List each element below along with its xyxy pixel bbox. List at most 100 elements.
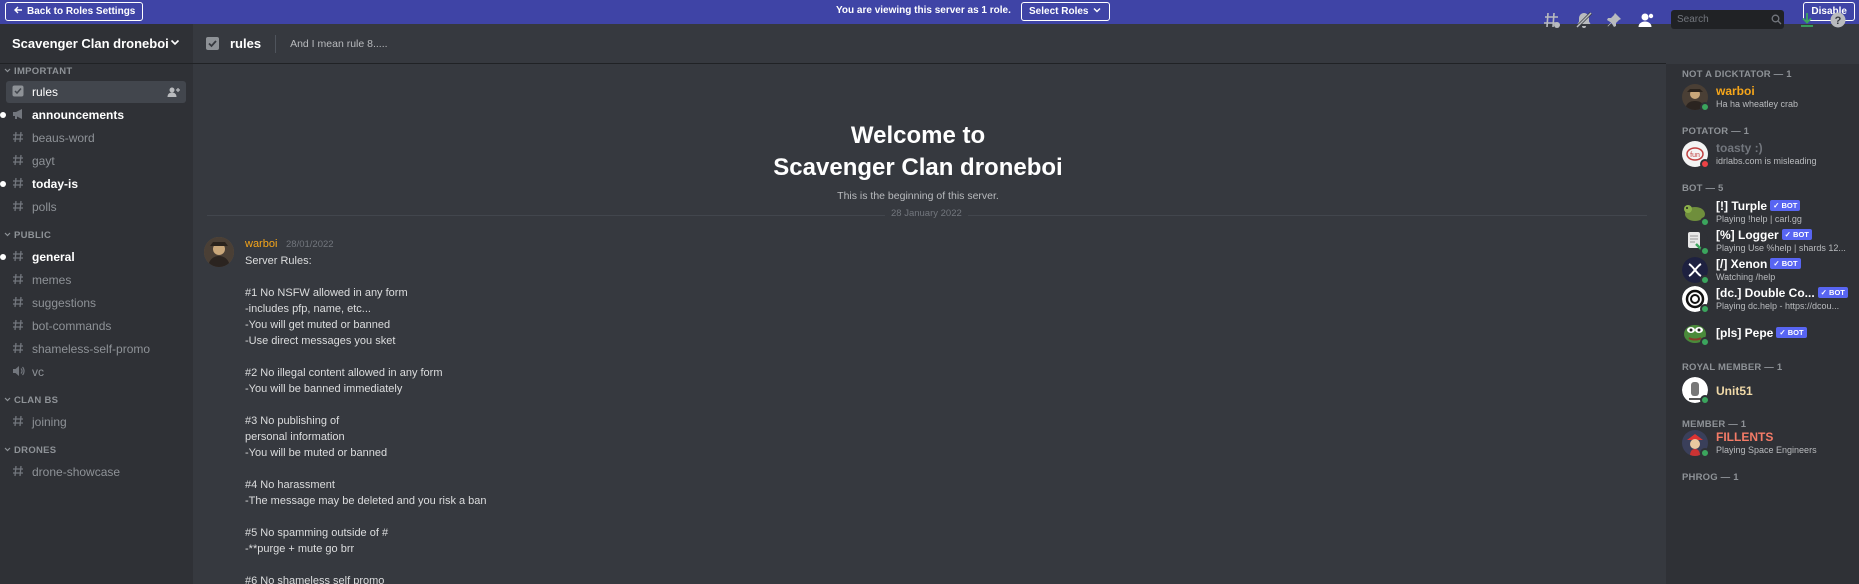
member-group-label: PHROG — 1 xyxy=(1682,472,1739,483)
message-line: #3 No publishing of xyxy=(245,415,340,427)
status-indicator xyxy=(1700,159,1710,169)
category-public[interactable]: PUBLIC xyxy=(4,230,51,241)
member-name: [!] Turple ✓ BOT xyxy=(1716,199,1801,213)
member-item[interactable]: [/] Xenon ✓ BOT Watching /help xyxy=(1682,257,1852,287)
member-activity: Playing dc.help - https://dcou... xyxy=(1716,301,1840,311)
chevron-down-icon xyxy=(169,35,181,53)
server-header[interactable]: Scavenger Clan droneboi xyxy=(0,24,193,64)
hash-icon xyxy=(12,464,24,481)
bot-badge: ✓ BOT xyxy=(1770,258,1801,269)
category-drones[interactable]: DRONES xyxy=(4,445,56,456)
message-area: Welcome to Scavenger Clan droneboi This … xyxy=(193,64,1666,584)
sidebar-item-memes[interactable]: memes xyxy=(6,269,186,291)
sidebar-item-suggestions[interactable]: suggestions xyxy=(6,292,186,314)
sidebar-item-label: beaus-word xyxy=(32,131,95,145)
category-important[interactable]: IMPORTANT xyxy=(4,66,72,77)
sidebar-item-today-is[interactable]: today-is xyxy=(0,173,186,195)
unread-indicator xyxy=(0,181,6,187)
invite-icon[interactable] xyxy=(167,86,180,98)
member-name: Unit51 xyxy=(1716,384,1753,398)
download-icon[interactable] xyxy=(1797,10,1817,30)
channel-topic[interactable]: And I mean rule 8..... xyxy=(275,34,388,53)
message-line: -You will get muted or banned xyxy=(245,319,391,331)
message-line: personal information xyxy=(245,431,345,443)
svg-text:fun: fun xyxy=(1690,152,1700,159)
member-item[interactable]: Unit51 xyxy=(1682,377,1852,407)
member-activity: idrlabs.com is misleading xyxy=(1716,156,1817,166)
member-name: [dc.] Double Co... ✓ BOT xyxy=(1716,286,1848,300)
member-activity: Playing Space Engineers xyxy=(1716,445,1817,455)
category-label: IMPORTANT xyxy=(14,66,73,77)
message-line: -**purge + mute go brr xyxy=(245,543,355,555)
chevron-down-icon xyxy=(4,445,11,456)
message-line xyxy=(245,509,487,525)
message-author[interactable]: warboi xyxy=(245,238,277,250)
member-item[interactable]: FILLENTS Playing Space Engineers xyxy=(1682,430,1852,460)
sidebar-item-gayt[interactable]: gayt xyxy=(6,150,186,172)
hash-icon xyxy=(12,153,24,170)
sidebar-item-label: vc xyxy=(32,365,44,379)
sidebar-item-beaus-word[interactable]: beaus-word xyxy=(6,127,186,149)
hash-icon xyxy=(12,295,24,312)
member-item[interactable]: [!] Turple ✓ BOT Playing !help | carl.gg xyxy=(1682,199,1852,229)
member-name: warboi xyxy=(1716,84,1755,98)
member-group-label: ROYAL MEMBER — 1 xyxy=(1682,362,1783,373)
member-name-text: [%] Logger xyxy=(1716,228,1779,242)
member-group-label: BOT — 5 xyxy=(1682,183,1724,194)
help-icon[interactable]: ? xyxy=(1828,10,1848,30)
message-line: -includes pfp, name, etc... xyxy=(245,303,371,315)
category-label: CLAN BS xyxy=(14,395,59,406)
sidebar-item-drone-showcase[interactable]: drone-showcase xyxy=(6,461,186,483)
member-item[interactable]: [%] Logger ✓ BOT Playing Use %help | shard… xyxy=(1682,228,1852,258)
status-indicator xyxy=(1700,246,1710,256)
date-divider-label: 28 January 2022 xyxy=(885,208,968,219)
bot-badge: ✓ BOT xyxy=(1781,229,1812,240)
sidebar-item-label: today-is xyxy=(32,177,79,191)
sidebar-item-vc[interactable]: vc xyxy=(6,361,186,383)
welcome-title-line1: Welcome to xyxy=(850,122,986,149)
member-item[interactable]: warboi Ha ha wheatley crab xyxy=(1682,84,1852,114)
member-activity: Watching /help xyxy=(1716,272,1776,282)
member-activity: Playing !help | carl.gg xyxy=(1716,214,1802,224)
unread-indicator xyxy=(0,112,6,118)
sidebar-item-announcements[interactable]: announcements xyxy=(0,104,186,126)
category-clan-bs[interactable]: CLAN BS xyxy=(4,395,58,406)
member-name-text: warboi xyxy=(1716,84,1755,98)
sidebar-item-bot-commands[interactable]: bot-commands xyxy=(6,315,186,337)
sidebar-item-label: general xyxy=(32,250,75,264)
sidebar-item-joining[interactable]: joining xyxy=(6,411,186,433)
category-label: DRONES xyxy=(14,445,57,456)
search-input[interactable] xyxy=(1671,10,1784,29)
mute-bell-icon[interactable] xyxy=(1574,10,1594,30)
status-indicator xyxy=(1700,275,1710,285)
member-name-text: toasty :) xyxy=(1716,141,1763,155)
speaker-icon xyxy=(12,364,25,381)
search-icon xyxy=(1771,14,1782,25)
avatar[interactable] xyxy=(204,237,234,267)
member-item[interactable]: [pls] Pepe ✓ BOT xyxy=(1682,319,1852,349)
member-activity: Playing Use %help | shards 12... xyxy=(1716,243,1846,253)
select-roles-button[interactable]: Select Roles xyxy=(1021,2,1111,21)
sidebar-item-label: memes xyxy=(32,273,72,287)
message-line xyxy=(245,557,487,573)
sidebar-item-rules[interactable]: rules xyxy=(6,81,186,103)
member-name: [%] Logger ✓ BOT xyxy=(1716,228,1812,242)
status-indicator xyxy=(1700,448,1710,458)
message-line: Server Rules: xyxy=(245,255,312,267)
threads-icon[interactable] xyxy=(1542,10,1562,30)
back-to-roles-button[interactable]: Back to Roles Settings xyxy=(5,2,144,21)
member-item[interactable]: [dc.] Double Co... ✓ BOT Playing dc.help -… xyxy=(1682,286,1852,316)
sidebar-item-label: polls xyxy=(32,200,57,214)
pin-icon[interactable] xyxy=(1604,10,1624,30)
member-name: [pls] Pepe ✓ BOT xyxy=(1716,326,1807,340)
member-item[interactable]: fun toasty :) idrlabs.com is misleading xyxy=(1682,141,1852,171)
hash-icon xyxy=(12,249,24,266)
sidebar-item-polls[interactable]: polls xyxy=(6,196,186,218)
status-indicator xyxy=(1700,217,1710,227)
status-indicator xyxy=(1700,102,1710,112)
members-icon[interactable] xyxy=(1636,10,1656,30)
sidebar-item-shameless-self-promo[interactable]: shameless-self-promo xyxy=(6,338,186,360)
chevron-down-icon xyxy=(4,66,11,77)
select-roles-label: Select Roles xyxy=(1029,6,1089,17)
sidebar-item-general[interactable]: general xyxy=(0,246,186,268)
